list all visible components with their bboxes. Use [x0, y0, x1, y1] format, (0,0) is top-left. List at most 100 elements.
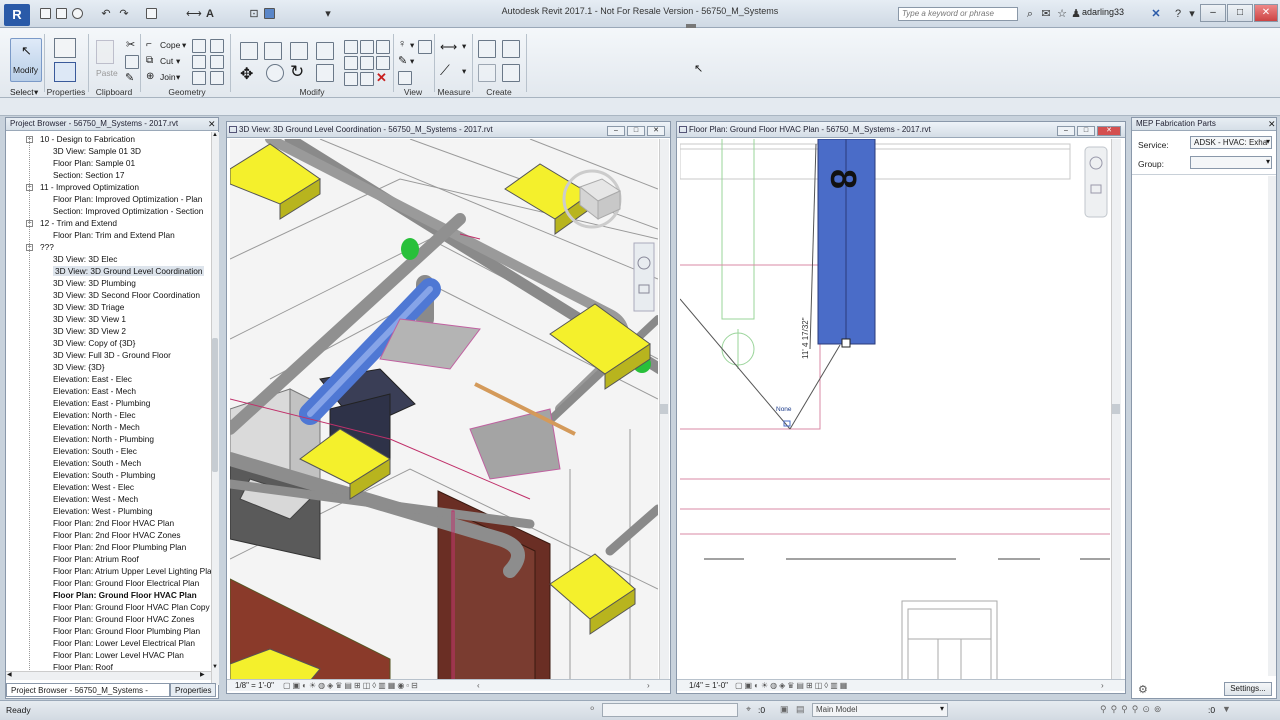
tree-view-item[interactable]: Floor Plan: Ground Floor Electrical Plan [53, 578, 199, 588]
paste-label[interactable]: Paste [96, 68, 118, 78]
copy-element-icon[interactable] [266, 64, 284, 82]
tree-view-item[interactable]: 3D View: 3D Plumbing [53, 278, 136, 288]
design-options-icon[interactable]: ▣ [780, 704, 789, 715]
tree-view-item[interactable]: Floor Plan: Ground Floor HVAC Plan [53, 590, 197, 600]
linework-icon[interactable] [398, 71, 412, 85]
create-assembly-icon[interactable] [478, 40, 496, 58]
tree-view-item[interactable]: Elevation: West - Plumbing [53, 506, 152, 516]
tree-view-item[interactable]: 3D View: Full 3D - Ground Floor [53, 350, 171, 360]
tree-view-item[interactable]: 3D View: {3D} [53, 362, 105, 372]
join-icon[interactable]: ⊕ [146, 71, 154, 82]
tree-view-item[interactable]: Floor Plan: Lower Level Electrical Plan [53, 638, 195, 648]
view-3d-scale[interactable]: 1/8" = 1'-0" [235, 680, 274, 692]
split-gap-icon[interactable] [360, 40, 374, 54]
remove-paint-icon[interactable] [210, 55, 224, 69]
copy-icon[interactable] [125, 55, 139, 69]
hide-bulb-icon[interactable]: ♀ [398, 38, 406, 50]
create-group-icon[interactable] [478, 64, 496, 82]
move-icon[interactable]: ✥ [240, 64, 253, 84]
split-icon[interactable] [344, 40, 358, 54]
close-hidden-icon[interactable]: ⊡ [248, 8, 260, 20]
rotate-icon[interactable]: ↻ [290, 62, 304, 82]
measure-dropdown-icon[interactable]: ▾ [462, 41, 466, 52]
tree-view-item[interactable]: 3D View: 3D Elec [53, 254, 117, 264]
cope-button[interactable]: Cope [160, 40, 180, 50]
view-3d-more-icon[interactable]: ‹ [477, 680, 480, 692]
tree-view-item[interactable]: Floor Plan: 2nd Floor HVAC Plan [53, 518, 174, 528]
help-dropdown-icon[interactable]: ▾ [1186, 8, 1198, 20]
tree-view-item[interactable]: Section: Section 17 [53, 170, 125, 180]
override-dropdown-icon[interactable]: ▾ [410, 56, 414, 67]
measure-icon[interactable] [146, 8, 157, 19]
tree-view-item[interactable]: 3D View: 3D View 2 [53, 326, 126, 336]
mirror-draw-icon[interactable] [316, 42, 334, 60]
tree-view-item[interactable]: Floor Plan: Lower Level HVAC Plan [53, 650, 184, 660]
view-3d-minimize[interactable]: – [607, 126, 625, 136]
exchange-icon[interactable]: ✕ [1150, 8, 1162, 20]
paint-icon[interactable] [192, 55, 206, 69]
create-similar-icon[interactable] [502, 64, 520, 82]
design-option-chevron-icon[interactable]: ▾ [940, 704, 944, 713]
tree-view-item[interactable]: 3D View: Copy of {3D} [53, 338, 135, 348]
navigation-bar[interactable] [633, 242, 655, 312]
view-plan-scale[interactable]: 1/4" = 1'-0" [689, 680, 728, 692]
wall-join-icon[interactable] [210, 71, 224, 85]
duct-size-tag[interactable]: 8 [823, 169, 864, 189]
demolish-icon[interactable] [192, 71, 206, 85]
favorites-icon[interactable]: ☆ [1056, 8, 1068, 20]
qat-dropdown-icon[interactable]: ▾ [322, 8, 334, 20]
tree-view-item[interactable]: Floor Plan: Ground Floor HVAC Zones [53, 614, 194, 624]
close-button[interactable]: ✕ [1254, 4, 1278, 22]
join-dropdown-icon[interactable]: ▾ [176, 72, 180, 83]
array-icon[interactable] [344, 56, 358, 70]
save-icon[interactable] [56, 8, 67, 19]
unpin-icon[interactable] [376, 40, 390, 54]
service-select[interactable]: ADSK - HVAC: Exha [1190, 136, 1272, 149]
cope-icon[interactable]: ⌐ [146, 39, 152, 50]
paste-icon[interactable] [96, 40, 114, 64]
tree-group[interactable]: 11 - Improved Optimization [40, 182, 139, 192]
subscription-icon[interactable]: ✉ [1040, 8, 1052, 20]
active-only-icon[interactable]: ▤ [796, 704, 805, 715]
measure-between-icon[interactable]: ⟷ [440, 40, 457, 54]
tree-view-item[interactable]: Elevation: South - Mech [53, 458, 141, 468]
editing-requests-icon[interactable]: ⌖ [746, 704, 751, 715]
view-window-3d[interactable]: 3D View: 3D Ground Level Coordination - … [226, 121, 671, 694]
duct-end-grip[interactable] [841, 338, 851, 348]
offset-icon[interactable] [264, 42, 282, 60]
view-plan-control-icons[interactable]: ▢▣◐☀◍◈♛▤⊞◫◊▥▦ [735, 680, 849, 692]
workset-icon[interactable]: ⚬ [588, 704, 596, 715]
tree-view-item[interactable]: Floor Plan: Trim and Extend Plan [53, 230, 175, 240]
tree-view-item[interactable]: Elevation: East - Mech [53, 386, 136, 396]
redo-icon[interactable]: ↷ [118, 8, 130, 20]
tree-view-item[interactable]: Section: Improved Optimization - Section [53, 206, 203, 216]
open-icon[interactable] [40, 8, 51, 19]
tree-view-item[interactable]: Floor Plan: Ground Floor HVAC Plan Copy [53, 602, 210, 612]
trim-extend-icon[interactable] [316, 64, 334, 82]
tree-group[interactable]: 12 - Trim and Extend [40, 218, 117, 228]
modify-button[interactable]: ↖ Modify [10, 38, 42, 82]
view-3d-vscroll-thumb[interactable] [660, 404, 668, 414]
view-plan-close[interactable]: ✕ [1097, 126, 1121, 136]
floor-plan-canvas[interactable]: 8 11' 4 17/32" None [680, 139, 1110, 681]
design-option-select[interactable]: Main Model [812, 703, 948, 717]
dimension-dropdown-icon[interactable]: ▾ [462, 66, 466, 77]
group-chevron-icon[interactable]: ▾ [1266, 157, 1270, 166]
tree-view-item[interactable]: Elevation: North - Mech [53, 422, 140, 432]
plan-view-cube[interactable] [1084, 146, 1108, 218]
properties-icon[interactable] [54, 62, 76, 82]
model-3d-canvas[interactable] [230, 139, 658, 681]
tree-view-item[interactable]: Floor Plan: Ground Floor Plumbing Plan [53, 626, 200, 636]
view-3d-maximize[interactable]: □ [627, 126, 645, 136]
group-select[interactable] [1190, 156, 1272, 169]
create-parts-icon[interactable] [502, 40, 520, 58]
project-browser-close-icon[interactable]: ✕ [208, 119, 216, 130]
scale-icon[interactable] [360, 56, 374, 70]
align-icon[interactable] [240, 42, 258, 60]
view-plan-scroll-right-icon[interactable]: › [1101, 680, 1104, 692]
tree-view-item[interactable]: 3D View: Sample 01 3D [53, 146, 141, 156]
cut-scissors-icon[interactable]: ✂ [126, 38, 135, 51]
service-chevron-icon[interactable]: ▾ [1266, 137, 1270, 146]
tree-view-item[interactable]: Elevation: West - Mech [53, 494, 138, 504]
tree-group[interactable]: 10 - Design to Fabrication [40, 134, 135, 144]
